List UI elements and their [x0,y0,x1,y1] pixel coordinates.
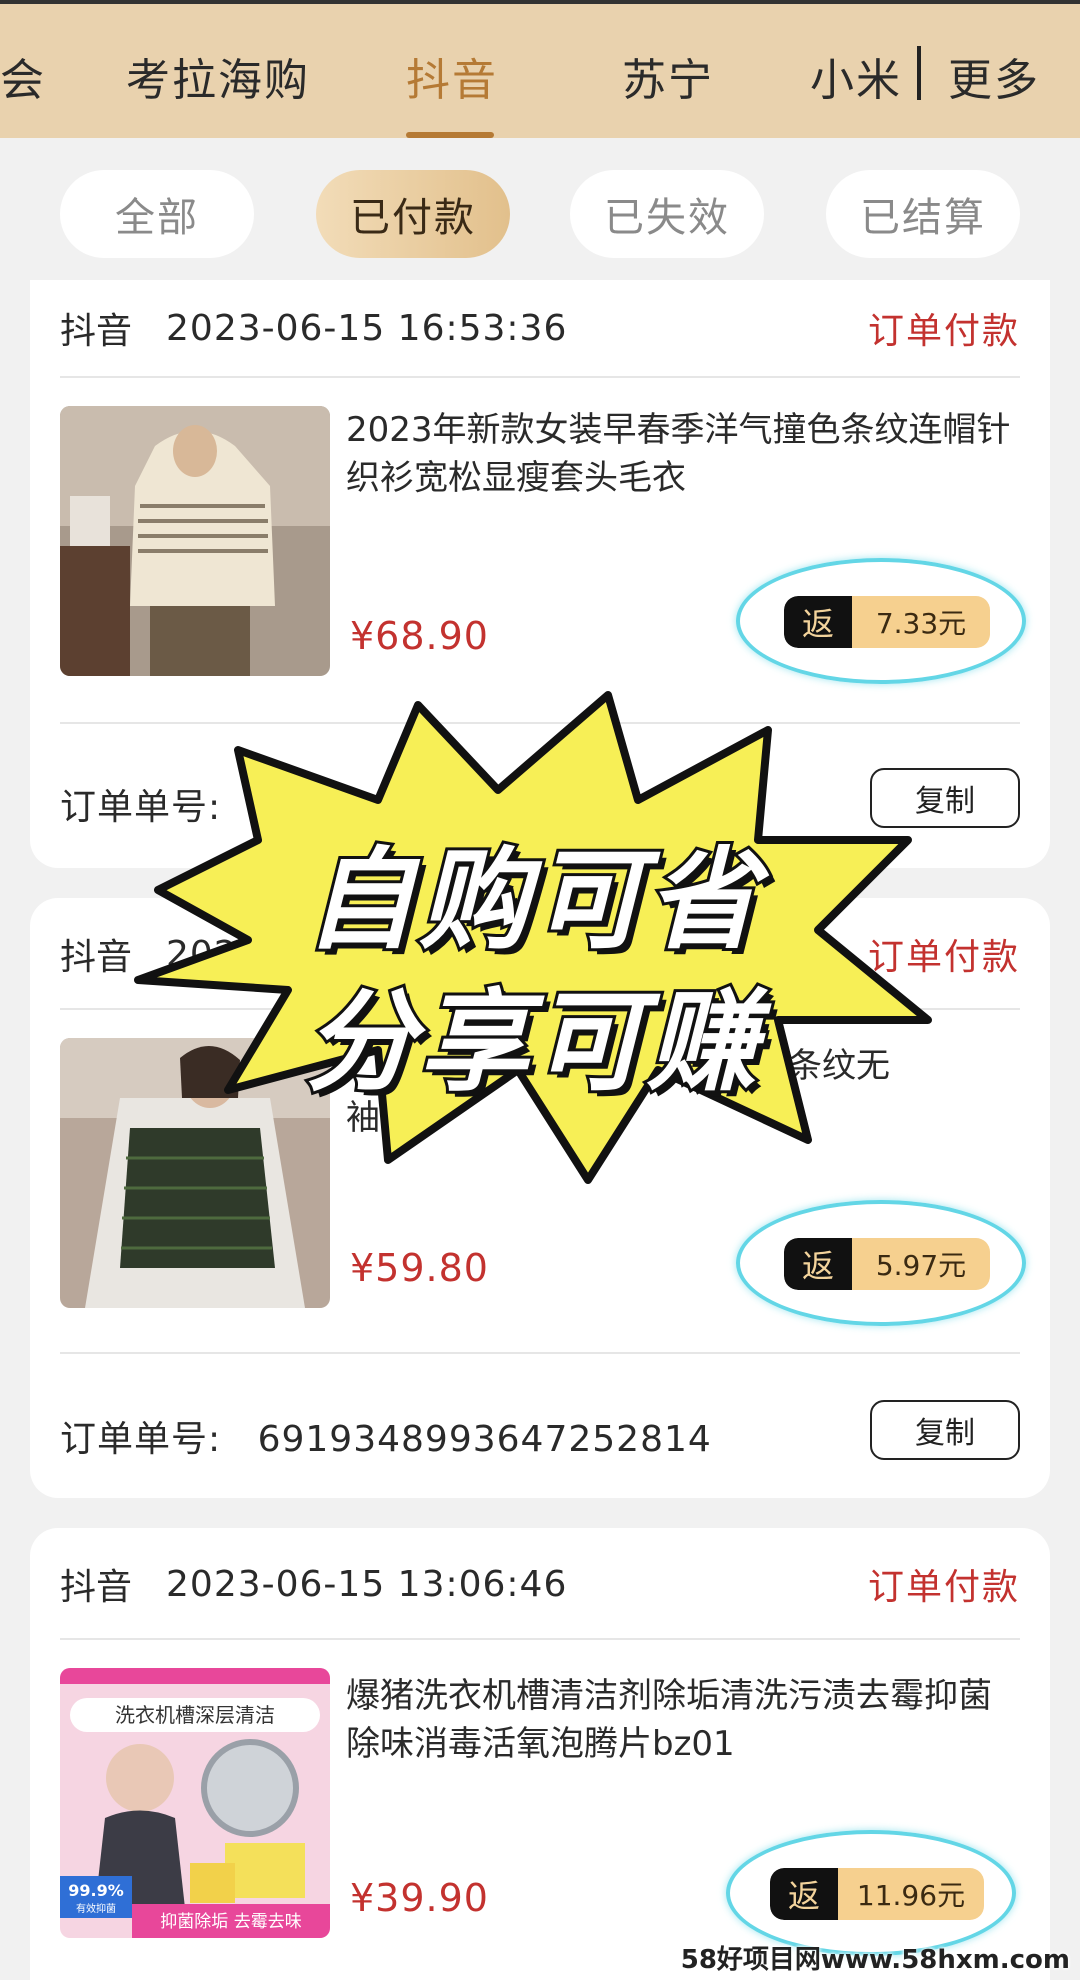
product-image[interactable] [60,406,330,676]
order-platform: 抖音 [60,311,133,352]
rebate-highlight: 返 7.33元 [736,558,1026,684]
product-title[interactable]: 爆猪洗衣机槽清洁剂除垢清洗污渍去霉抑菌除味消毒活氧泡腾片bz01 [346,1672,1016,1768]
tab-kaola[interactable]: 考拉海购 [126,44,310,108]
promo-line-2: 分享可赚 [302,975,761,1109]
tab-more[interactable]: 更多 [948,44,1040,108]
order-status-filter: 全部 已付款 已失效 已结算 [0,170,1080,260]
order-status: 订单付款 [867,1567,1020,1608]
rebate-highlight: 返 5.97元 [736,1200,1026,1326]
order-header: 抖音 2023-06-15 16:53:36 订单付款 [60,284,1020,372]
rebate-amount: 11.96元 [838,1868,984,1920]
divider [60,1638,1020,1640]
tab-platform-prev[interactable]: 会 [0,44,46,108]
order-number-value: 6919348993647252814 [257,1419,712,1460]
order-number: 订单单号: 6919348993647252814 [60,1410,712,1462]
rebate-tag: 返 [770,1868,838,1920]
rebate-amount: 7.33元 [852,596,990,648]
divider [60,376,1020,378]
rebate-highlight: 返 11.96元 [726,1830,1016,1956]
thumb-banner: 抑菌除垢 去霉去味 [160,1912,301,1932]
platform-tab-bar: 会 考拉海购 抖音 苏宁 小米 更多 [0,0,1080,138]
tab-douyin[interactable]: 抖音 [406,44,498,108]
order-status: 订单付款 [867,311,1020,352]
divider [60,1352,1020,1354]
order-header: 抖音 2023-06-15 13:06:46 订单付款 [60,1540,1020,1628]
thumb-badge-sub: 有效抑菌 [76,1902,116,1915]
order-card[interactable]: 抖音 2023-06-15 13:06:46 订单付款 洗衣机槽深层清洁 99.… [30,1528,1050,1980]
promo-burst-overlay: 自购可省 分享可赚 [118,690,948,1190]
order-platform: 抖音 [60,1567,133,1608]
product-price: ¥39.90 [350,1876,489,1920]
rebate-tag: 返 [784,596,852,648]
tab-divider [917,46,921,100]
thumb-badge: 99.9% [68,1881,124,1900]
thumb-caption: 洗衣机槽深层清洁 [115,1703,275,1727]
filter-settled[interactable]: 已结算 [826,170,1020,258]
order-number-label: 订单单号: [60,1419,222,1460]
watermark: 58好项目网www.58hxm.com [680,1945,1070,1975]
filter-all[interactable]: 全部 [60,170,254,258]
filter-paid[interactable]: 已付款 [316,170,510,258]
rebate-tag: 返 [784,1238,852,1290]
product-price: ¥59.80 [350,1246,489,1290]
rebate-amount: 5.97元 [852,1238,990,1290]
filter-invalid[interactable]: 已失效 [570,170,764,258]
product-image[interactable]: 洗衣机槽深层清洁 99.9% 有效抑菌 抑菌除垢 去霉去味 [60,1668,330,1938]
copy-button[interactable]: 复制 [870,1400,1020,1460]
active-tab-indicator [406,132,494,138]
order-time: 2023-06-15 13:06:46 [166,1563,568,1605]
product-title[interactable]: 2023年新款女装早春季洋气撞色条纹连帽针织衫宽松显瘦套头毛衣 [346,406,1016,502]
rebate-badge: 返 7.33元 [784,596,990,648]
tab-suning[interactable]: 苏宁 [622,44,714,108]
rebate-badge: 返 5.97元 [784,1238,990,1290]
rebate-badge: 返 11.96元 [770,1868,984,1920]
product-price: ¥68.90 [350,614,489,658]
order-time: 2023-06-15 16:53:36 [166,307,568,349]
tab-xiaomi[interactable]: 小米 [810,44,902,108]
promo-line-1: 自购可省 [302,833,761,967]
